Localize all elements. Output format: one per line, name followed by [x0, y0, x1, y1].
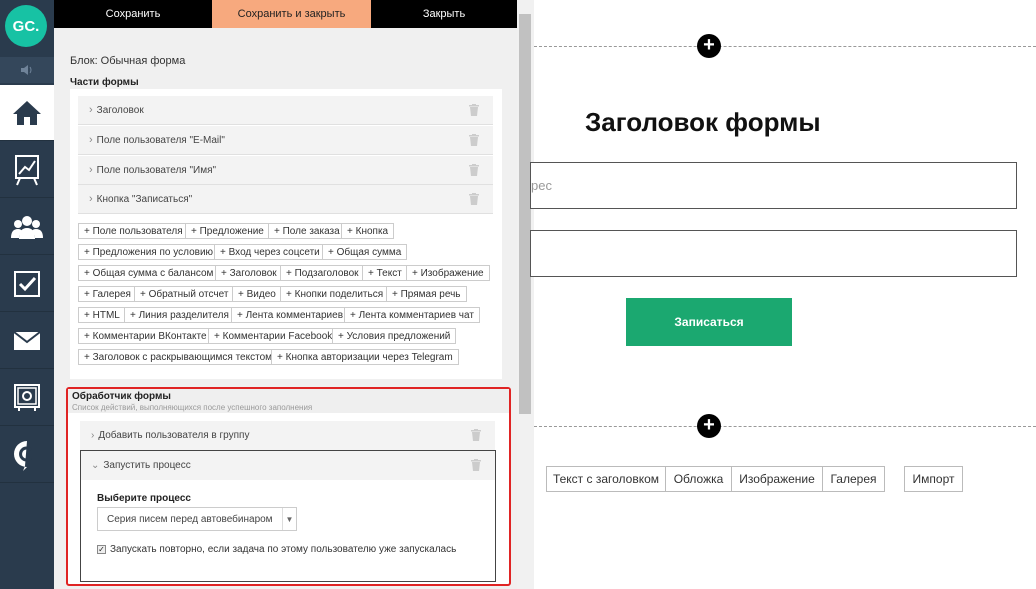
chevron-right-icon: ›: [89, 164, 93, 176]
users-icon[interactable]: [0, 199, 54, 255]
add-part-tag[interactable]: + Поле заказа: [268, 223, 346, 239]
form-part-row[interactable]: › Кнопка "Записаться": [78, 185, 493, 214]
add-part-tag[interactable]: + Лента комментариев: [231, 307, 350, 323]
form-part-label: Заголовок: [96, 104, 144, 116]
add-block-plus-icon[interactable]: +: [697, 34, 721, 58]
handler-action-row[interactable]: › Добавить пользователя в группу: [80, 421, 495, 450]
block-title: Блок: Обычная форма: [70, 55, 186, 67]
add-part-tag[interactable]: + Комментарии Facebook: [208, 328, 339, 344]
form-parts-list: › Заголовок › Поле пользователя "E-Mail"…: [70, 89, 502, 379]
chevron-right-icon: ›: [89, 134, 93, 146]
add-cover-button[interactable]: Обложка: [665, 466, 732, 492]
chevron-right-icon: ›: [89, 104, 93, 116]
add-block-plus-icon[interactable]: +: [697, 414, 721, 438]
add-text-with-title-button[interactable]: Текст с заголовком: [546, 466, 666, 492]
add-part-tag[interactable]: + Кнопки поделиться: [280, 286, 390, 302]
import-button[interactable]: Импорт: [904, 466, 963, 492]
handler-action-label: Запустить процесс: [103, 460, 191, 471]
subscribe-button[interactable]: Записаться: [626, 298, 792, 346]
app-sidebar: GC.: [0, 0, 54, 589]
process-select[interactable]: Серия писем перед автовебинаром ▼: [97, 507, 297, 531]
handler-action-row[interactable]: ⌄ Запустить процесс: [81, 451, 495, 480]
trash-icon[interactable]: [469, 104, 479, 119]
trash-icon[interactable]: [471, 459, 481, 474]
name-field[interactable]: [530, 230, 1017, 277]
save-and-close-button[interactable]: Сохранить и закрыть: [212, 0, 371, 28]
panel-toolbar: Сохранить Сохранить и закрыть Закрыть: [54, 0, 517, 28]
add-part-tag[interactable]: + Текст: [362, 265, 408, 281]
add-image-button[interactable]: Изображение: [731, 466, 823, 492]
add-part-tag[interactable]: + Галерея: [78, 286, 137, 302]
trash-icon[interactable]: [471, 429, 481, 444]
add-part-tag[interactable]: + Заголовок: [215, 265, 283, 281]
add-part-tag[interactable]: + Подзаголовок: [280, 265, 365, 281]
mail-icon[interactable]: [0, 313, 54, 369]
checkbox-checked-icon[interactable]: ✓: [97, 545, 106, 554]
trash-icon[interactable]: [469, 193, 479, 208]
form-part-row[interactable]: › Заголовок: [78, 96, 493, 125]
add-part-tag[interactable]: + Кнопка авторизации через Telegram: [271, 349, 459, 365]
choose-process-label: Выберите процесс: [97, 493, 191, 504]
add-part-tag[interactable]: + Кнопка: [341, 223, 395, 239]
repeat-checkbox-label: Запускать повторно, если задача по этому…: [110, 544, 457, 555]
scrollbar-thumb[interactable]: [519, 14, 531, 414]
form-handler-title: Обработчик формы: [72, 391, 171, 402]
chart-icon[interactable]: [0, 142, 54, 198]
form-handler-subtitle: Список действий, выполняющихся после усп…: [72, 403, 313, 412]
repeat-checkbox-row[interactable]: ✓ Запускать повторно, если задача по это…: [97, 544, 456, 555]
form-handler-section: Обработчик формы Список действий, выполн…: [66, 387, 511, 586]
form-part-row[interactable]: › Поле пользователя "E-Mail": [78, 126, 493, 155]
form-part-label: Поле пользователя "Имя": [96, 164, 217, 176]
form-part-label: Поле пользователя "E-Mail": [96, 134, 225, 146]
process-select-value: Серия писем перед автовебинаром: [107, 513, 273, 525]
form-title: Заголовок формы: [585, 107, 821, 137]
add-part-tag[interactable]: + Линия разделителя: [124, 307, 235, 323]
add-part-tag[interactable]: + Видео: [232, 286, 282, 302]
trash-icon[interactable]: [469, 134, 479, 149]
safe-icon[interactable]: [0, 370, 54, 426]
add-part-tag[interactable]: + Комментарии ВКонтакте: [78, 328, 213, 344]
add-part-tag[interactable]: + Изображение: [406, 265, 490, 281]
page-preview: + Заголовок формы рес Записаться + Текст…: [530, 0, 1036, 589]
save-button[interactable]: Сохранить: [54, 0, 212, 28]
block-settings-panel: Сохранить Сохранить и закрыть Закрыть Бл…: [54, 0, 534, 589]
gc-logo[interactable]: GC.: [5, 5, 47, 47]
add-part-tag[interactable]: + Обратный отсчет: [134, 286, 235, 302]
close-button[interactable]: Закрыть: [371, 0, 517, 28]
add-part-tag[interactable]: + Лента комментариев чат: [344, 307, 480, 323]
add-part-tag[interactable]: + Условия предложений: [332, 328, 457, 344]
home-icon[interactable]: [0, 85, 54, 141]
block-divider: [534, 426, 1036, 427]
add-part-tag[interactable]: + Общая сумма с балансом: [78, 265, 220, 281]
speaker-icon[interactable]: [0, 57, 54, 83]
add-gallery-button[interactable]: Галерея: [822, 466, 885, 492]
block-divider: [534, 46, 1036, 47]
form-part-label: Кнопка "Записаться": [96, 193, 193, 205]
add-part-tag[interactable]: + Вход через соцсети: [214, 244, 326, 260]
add-part-tag[interactable]: + Предложение: [185, 223, 270, 239]
add-part-tag[interactable]: + HTML: [78, 307, 126, 323]
add-part-tag[interactable]: + Общая сумма: [322, 244, 408, 260]
tasks-icon[interactable]: [0, 256, 54, 312]
form-parts-title: Части формы: [70, 77, 139, 88]
trash-icon[interactable]: [469, 164, 479, 179]
add-part-tag[interactable]: + Поле пользователя: [78, 223, 189, 239]
chevron-down-icon: ⌄: [91, 460, 100, 471]
add-part-tag[interactable]: + Предложения по условию: [78, 244, 220, 260]
add-part-tag[interactable]: + Прямая речь: [386, 286, 467, 302]
caret-down-icon: ▼: [282, 508, 296, 530]
email-field[interactable]: рес: [530, 162, 1017, 209]
chevron-right-icon: ›: [89, 193, 93, 205]
handler-action-expanded: ⌄ Запустить процесс Выберите процесс Сер…: [80, 450, 496, 582]
chevron-right-icon: ›: [91, 430, 95, 441]
form-part-row[interactable]: › Поле пользователя "Имя": [78, 156, 493, 185]
handler-action-label: Добавить пользователя в группу: [98, 430, 250, 441]
chat-icon[interactable]: [0, 427, 54, 483]
add-part-tag[interactable]: + Заголовок с раскрывающимся текстом: [78, 349, 279, 365]
email-field-placeholder: рес: [531, 178, 552, 193]
